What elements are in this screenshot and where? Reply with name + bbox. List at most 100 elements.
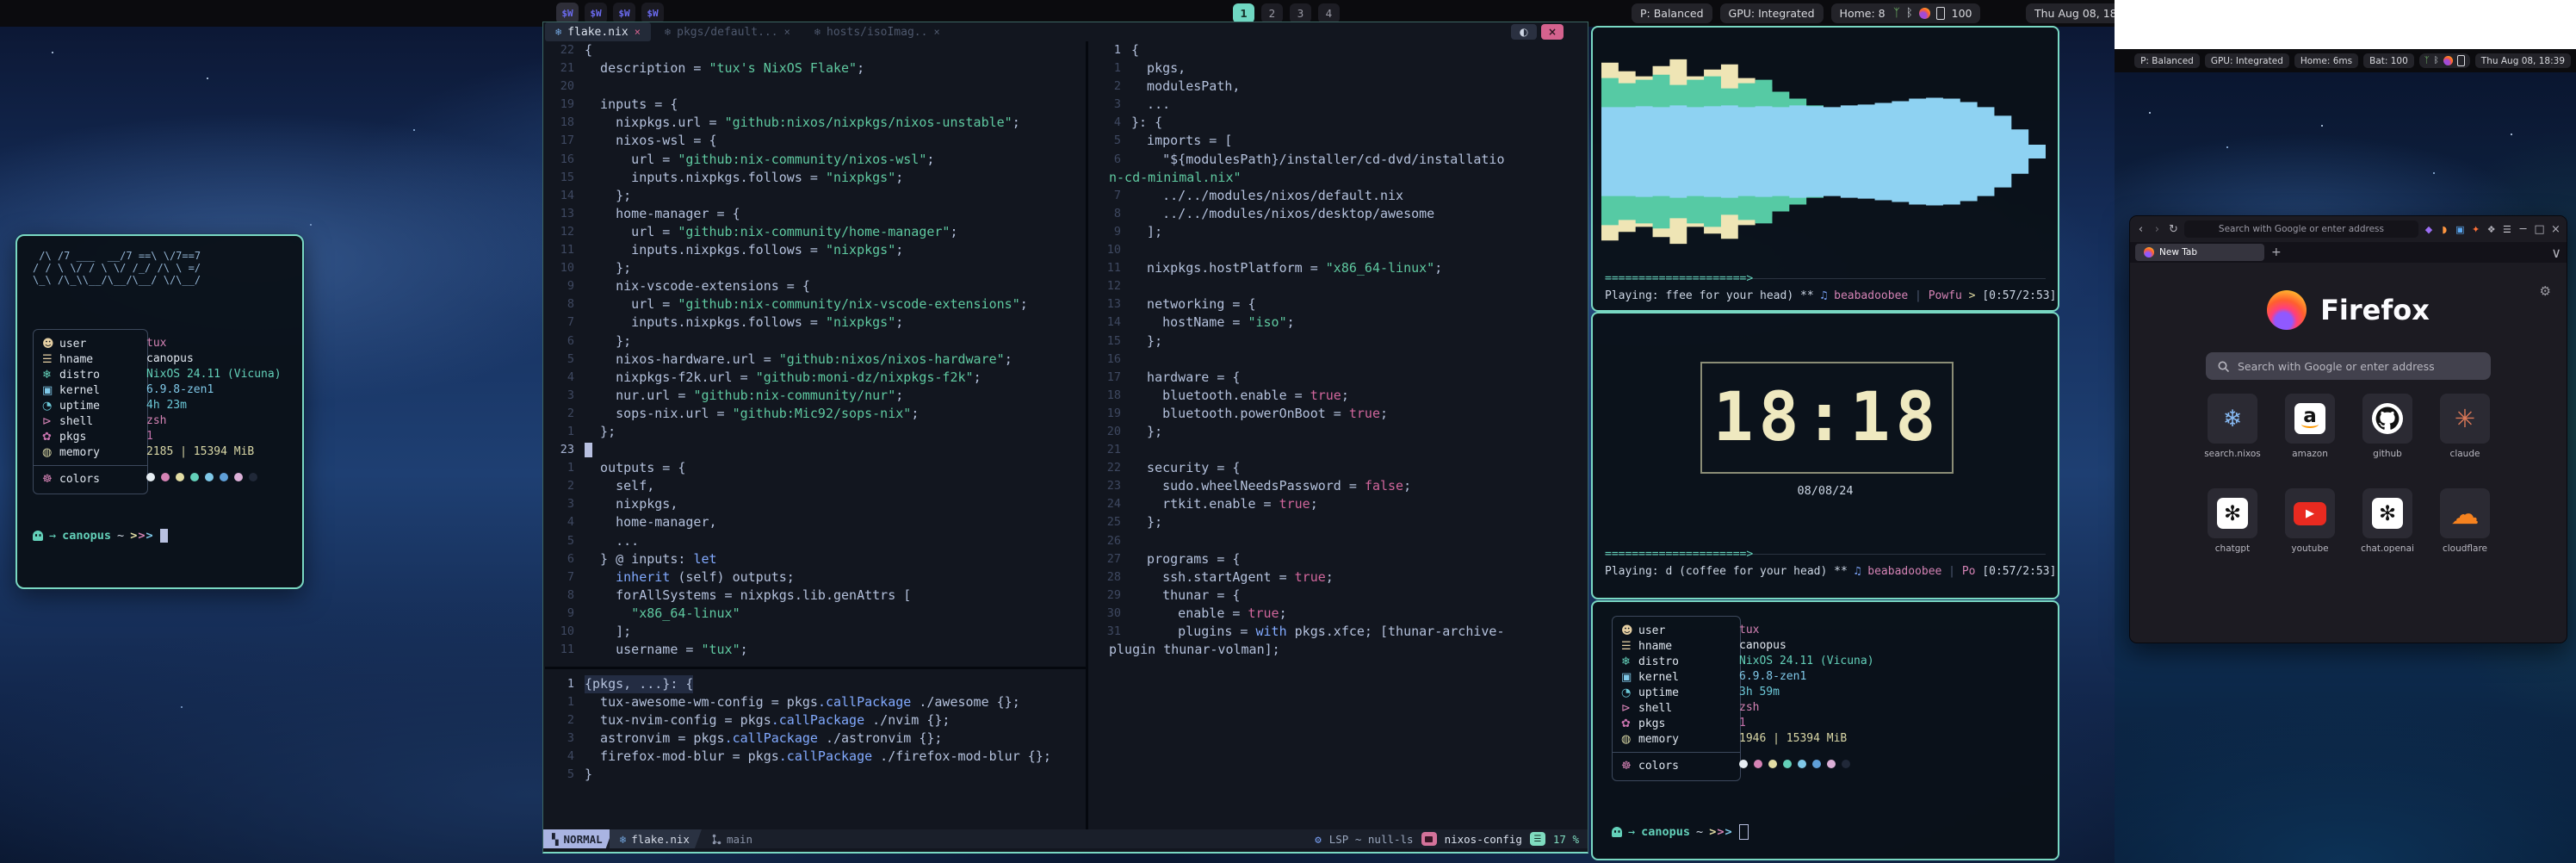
shortcut-tile-chat.openai[interactable]: ✻ [2362, 488, 2412, 538]
firefox-window[interactable]: ‹ › ↻ Search with Google or enter addres… [2129, 215, 2567, 643]
workspace-pill-3[interactable]: 3 [1290, 3, 1311, 23]
workspace-pill-4[interactable]: 4 [1318, 3, 1340, 23]
line-number: 7 [1092, 187, 1131, 205]
workspace-pill-2[interactable]: 2 [1261, 3, 1283, 23]
code-line: 22{ [545, 41, 1084, 59]
shortcut-tile-cloudflare[interactable]: ☁ [2440, 488, 2490, 538]
tab-close-icon[interactable]: × [784, 26, 790, 38]
back-icon[interactable]: ‹ [2135, 223, 2146, 236]
tab-close-icon[interactable]: × [635, 26, 641, 38]
menu-hamburger-icon[interactable]: ☰ [2502, 224, 2512, 235]
extension-icon-2[interactable]: ◗ [2439, 224, 2449, 235]
tab-list-chevron-icon[interactable]: ∨ [2551, 245, 2561, 261]
url-bar[interactable]: Search with Google or enter address [2184, 220, 2418, 238]
maximize-icon[interactable]: □ [2534, 223, 2545, 236]
cursor [160, 529, 168, 543]
pane-separator-horizontal[interactable] [545, 667, 1086, 669]
code-line: 3 nur.url = "github:nix-community/nur"; [545, 387, 1084, 405]
tab-hosts/isoImag..[interactable]: ❄hosts/isoImag..× [804, 22, 951, 41]
code-text: bluetooth.enable = true; [1131, 387, 1349, 405]
extension-icon-4[interactable]: ✦ [2470, 224, 2480, 235]
shortcut-tile-claude[interactable]: ✳ [2440, 394, 2490, 444]
code-line: 1 }; [545, 423, 1084, 441]
workspace-pill-1[interactable]: 1 [1233, 3, 1254, 23]
shortcut-tile-amazon[interactable]: a [2285, 394, 2335, 444]
shell-prompt[interactable]: →canopus~>>> [1612, 824, 1749, 840]
firefox-icon[interactable] [1919, 8, 1930, 19]
code-line: 7 ../../modules/nixos/default.nix [1092, 187, 1586, 205]
line-number: 6 [1092, 151, 1131, 169]
shell-prompt[interactable]: →canopus~>>> [33, 529, 168, 543]
shortcut-tile-chatgpt[interactable]: ✻ [2208, 488, 2257, 538]
code-line: 25 }; [1092, 513, 1586, 531]
code-line: 5 ... [545, 532, 1084, 550]
close-window-button[interactable]: × [1541, 24, 1564, 40]
bluetooth-icon[interactable]: ᛒ [1906, 7, 1913, 20]
forward-icon[interactable]: › [2152, 223, 2163, 236]
code-line: 1 tux-awesome-wm-config = pkgs.callPacka… [545, 693, 1084, 711]
code-line: 1 outputs = { [545, 459, 1084, 477]
code-text: nixos-wsl = { [585, 132, 717, 150]
shortcut-tile-youtube[interactable]: ▶ [2285, 488, 2335, 538]
shortcut-label: github [2349, 449, 2426, 459]
status-pill: Home: 6ms [2294, 53, 2358, 68]
firefox-icon[interactable] [2443, 56, 2453, 65]
extension-icon-1[interactable]: ◆ [2424, 224, 2434, 235]
minimize-icon[interactable]: ─ [2517, 223, 2529, 236]
fetch-label: hname [59, 353, 93, 366]
line-number: 8 [545, 587, 585, 605]
tab-new-tab[interactable]: New Tab [2135, 244, 2264, 261]
neovim-window[interactable]: ❄flake.nix×❄pkgs/default...×❄hosts/isoIm… [542, 22, 1588, 854]
line-number: 15 [1092, 332, 1131, 351]
chat.openai-icon: ✻ [2372, 498, 2403, 529]
pkgs-icon: ✿ [42, 431, 59, 444]
extensions-puzzle-icon[interactable]: ❖ [2486, 224, 2497, 235]
firefox-tabbar: New Tab + ∨ [2130, 242, 2567, 263]
new-tab-button[interactable]: + [2271, 245, 2282, 259]
shortcut-grid: ❄search.nixosaamazongithub✳claude✻chatgp… [2130, 263, 2567, 643]
line-number: 9 [1092, 223, 1131, 241]
shortcut-label: chat.openai [2349, 543, 2426, 554]
stars [2149, 112, 2151, 114]
tab-flake.nix[interactable]: ❄flake.nix× [545, 22, 651, 41]
fetch-value: NixOS 24.11 (Vicuna) [146, 367, 282, 382]
extension-icon-3[interactable]: ▣ [2455, 224, 2465, 235]
phone-icon[interactable] [1936, 7, 1945, 20]
tab-pkgs/default...[interactable]: ❄pkgs/default...× [654, 22, 801, 41]
terminal-window-left[interactable]: /\ /7 ___ __/7 ==\ \/7==7 / / \ \/ / \ \… [15, 234, 304, 589]
fetch-label: shell [1638, 702, 1672, 715]
openai-knot: ✻ [2224, 501, 2241, 525]
bluetooth-icon[interactable]: ᛒ [2434, 56, 2439, 65]
phone-icon[interactable] [2457, 55, 2465, 66]
fetch-row-uptime: ◔uptime [42, 398, 139, 413]
editor-pane-flake[interactable]: 22{21 description = "tux's NixOS Flake";… [545, 41, 1084, 663]
shortcut-tile-github[interactable] [2362, 394, 2412, 444]
fetch-label: memory [59, 446, 100, 459]
network-icon[interactable]: ᛉ [1893, 7, 1900, 20]
tab-label: flake.nix [567, 26, 628, 39]
fetch-label: distro [59, 369, 100, 382]
track-progress: =====================> [1605, 548, 1753, 561]
shortcut-tile-search.nixos[interactable]: ❄ [2208, 394, 2257, 444]
editor-pane-pkgs[interactable]: 1{pkgs, ...}: {1 tux-awesome-wm-config =… [545, 675, 1084, 826]
editor-pane-hosts[interactable]: 1{1 pkgs,2 modulesPath,3 ...4}: {5 impor… [1092, 41, 1586, 829]
memory-icon: ◍ [42, 446, 59, 459]
shortcut-label: claude [2426, 449, 2504, 459]
reader-toggle-button[interactable]: ◐ [1511, 24, 1537, 40]
code-line: 2 tux-nvim-config = pkgs.callPackage ./n… [545, 711, 1084, 730]
code-line: 20 [545, 78, 1084, 96]
line-number: 1 [1092, 59, 1131, 78]
close-icon[interactable]: × [2550, 223, 2561, 236]
refresh-icon[interactable]: ↻ [2168, 223, 2179, 236]
pane-separator-vertical[interactable] [1086, 41, 1088, 829]
fastfetch-panel[interactable]: ☻user☰hname❄distro▣kernel◔uptime⊳shell✿p… [1591, 600, 2059, 860]
clock-pill: Thu Aug 08, 18:39 [2475, 53, 2571, 68]
clock-panel[interactable]: 18:18 08/08/24 =====================> Pl… [1591, 312, 2059, 599]
code-line: 19 bluetooth.powerOnBoot = true; [1092, 405, 1586, 423]
prompt-chevrons: >>> [130, 529, 153, 543]
cava-visualizer-panel[interactable]: =====================> Playing: ffee for… [1591, 26, 2059, 312]
tab-close-icon[interactable]: × [933, 26, 939, 38]
network-icon[interactable]: ᛉ [2424, 56, 2430, 65]
code-text: ]; [585, 623, 631, 641]
fetch-value: NixOS 24.11 (Vicuna) [1739, 654, 1874, 669]
